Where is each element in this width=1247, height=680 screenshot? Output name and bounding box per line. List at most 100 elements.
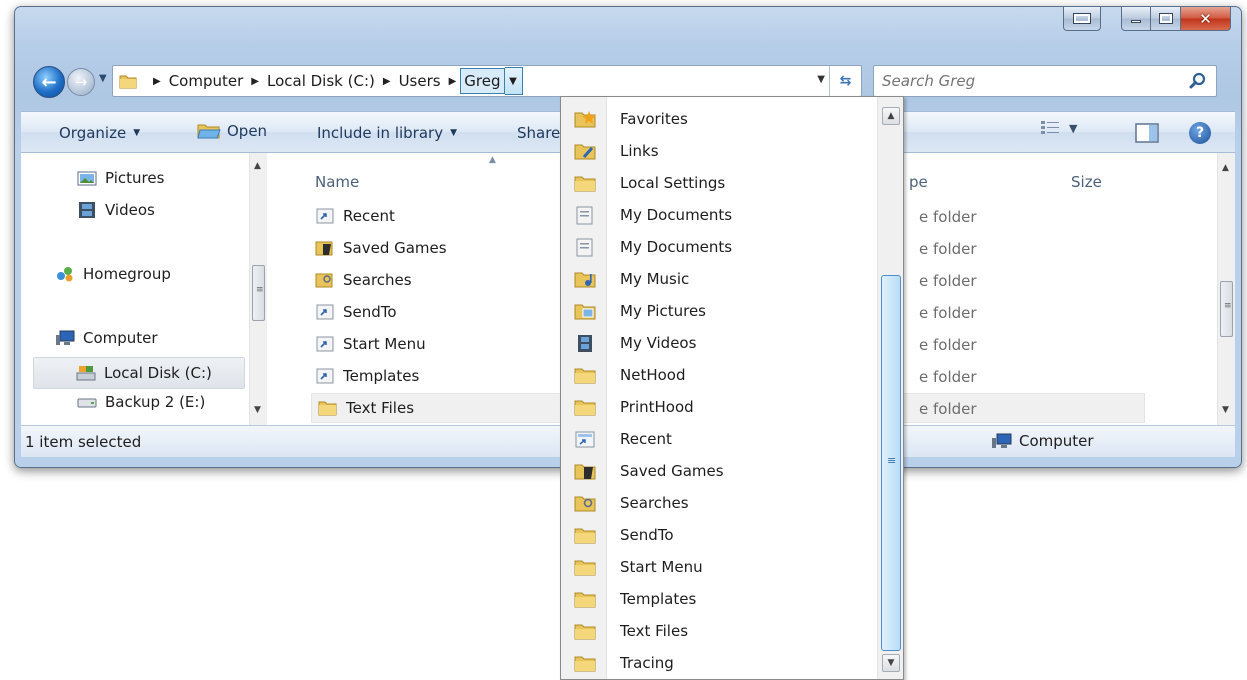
menu-item-my-documents[interactable]: My Documents bbox=[561, 199, 877, 231]
menu-item-local-settings[interactable]: Local Settings bbox=[561, 167, 877, 199]
nav-item-local-disk[interactable]: Local Disk (C:) bbox=[33, 357, 245, 389]
menu-item-label: Searches bbox=[620, 494, 689, 512]
breadcrumb-computer[interactable]: Computer bbox=[169, 72, 244, 90]
organize-button[interactable]: Organize ▼ bbox=[59, 124, 140, 142]
change-view-button[interactable]: ▼ bbox=[1041, 121, 1077, 135]
menu-item-sendto[interactable]: SendTo bbox=[561, 519, 877, 551]
documents-folder-icon bbox=[576, 206, 593, 225]
help-button[interactable]: ? bbox=[1189, 122, 1211, 144]
include-in-library-button[interactable]: Include in library ▼ bbox=[317, 124, 457, 142]
scroll-thumb[interactable]: ≡ bbox=[252, 265, 265, 321]
refresh-icon: ⇆ bbox=[839, 73, 852, 89]
file-list-scrollbar[interactable]: ▲ ≡ ▼ bbox=[1217, 153, 1235, 425]
grip-icon: ≡ bbox=[256, 285, 264, 295]
menu-item-start-menu[interactable]: Start Menu bbox=[561, 551, 877, 583]
column-header-type[interactable]: pe bbox=[909, 173, 928, 191]
menu-scrollbar[interactable]: ▲ ≡ ▼ bbox=[877, 97, 903, 679]
nav-item-computer[interactable]: Computer bbox=[55, 329, 158, 347]
breadcrumb-users[interactable]: Users bbox=[399, 72, 441, 90]
close-button[interactable]: ✕ bbox=[1181, 7, 1231, 31]
computer-icon bbox=[56, 330, 75, 345]
file-row-saved-games[interactable]: Saved Games bbox=[269, 233, 569, 263]
maximize-button[interactable] bbox=[1151, 7, 1181, 31]
file-row-templates[interactable]: Templates bbox=[269, 361, 569, 391]
column-header-name[interactable]: Name bbox=[315, 173, 359, 191]
scroll-down-icon: ▼ bbox=[887, 658, 895, 668]
scroll-up-icon[interactable]: ▲ bbox=[1222, 163, 1229, 173]
preview-pane-icon[interactable] bbox=[1135, 123, 1159, 143]
file-row-sendto[interactable]: SendTo bbox=[269, 297, 569, 327]
scroll-down-icon[interactable]: ▼ bbox=[254, 405, 261, 415]
homegroup-icon bbox=[57, 267, 73, 282]
minimize-button[interactable] bbox=[1121, 7, 1151, 31]
share-button[interactable]: Share bbox=[517, 124, 560, 142]
scroll-up-button[interactable]: ▲ bbox=[882, 107, 900, 125]
breadcrumb-dropdown-button[interactable]: ▼ bbox=[504, 67, 523, 95]
breadcrumb-greg[interactable]: Greg bbox=[460, 68, 505, 94]
menu-item-my-documents[interactable]: My Documents bbox=[561, 231, 877, 263]
column-header-size[interactable]: Size bbox=[1071, 173, 1102, 191]
recent-pages-button[interactable]: ▼ bbox=[99, 73, 107, 84]
minimize-icon bbox=[1131, 20, 1141, 23]
menu-item-favorites[interactable]: Favorites bbox=[561, 103, 877, 135]
menu-item-links[interactable]: Links bbox=[561, 135, 877, 167]
file-name: Searches bbox=[343, 271, 412, 289]
breadcrumb-local-disk[interactable]: Local Disk (C:) bbox=[267, 72, 375, 90]
menu-item-templates[interactable]: Templates bbox=[561, 583, 877, 615]
search-icon[interactable] bbox=[1188, 71, 1208, 91]
address-history-button[interactable]: ▼ bbox=[817, 74, 825, 85]
scroll-up-icon[interactable]: ▲ bbox=[254, 161, 261, 171]
searches-icon bbox=[574, 496, 596, 512]
breadcrumb-separator[interactable]: ▶ bbox=[449, 76, 457, 87]
status-location-label: Computer bbox=[1019, 432, 1094, 450]
breadcrumb-separator[interactable]: ▶ bbox=[153, 76, 161, 87]
scroll-thumb[interactable]: ≡ bbox=[881, 275, 901, 651]
address-bar[interactable]: ▶ Computer ▶ Local Disk (C:) ▶ Users ▶ G… bbox=[112, 65, 862, 97]
menu-item-tracing[interactable]: Tracing bbox=[561, 647, 877, 679]
nav-item-homegroup[interactable]: Homegroup bbox=[55, 265, 171, 283]
menu-item-my-music[interactable]: My Music bbox=[561, 263, 877, 295]
file-type: e folder bbox=[919, 368, 977, 386]
menu-item-my-videos[interactable]: My Videos bbox=[561, 327, 877, 359]
file-name: SendTo bbox=[343, 303, 397, 321]
open-button[interactable]: Open bbox=[197, 122, 267, 140]
menu-item-saved-games[interactable]: Saved Games bbox=[561, 455, 877, 487]
menu-item-label: Local Settings bbox=[620, 174, 726, 192]
snap-button[interactable] bbox=[1063, 7, 1101, 31]
saved-games-icon bbox=[574, 464, 596, 480]
file-row-text-files[interactable]: Text Files bbox=[311, 393, 575, 423]
scroll-up-icon: ▲ bbox=[887, 111, 895, 121]
file-row-searches[interactable]: Searches bbox=[269, 265, 569, 295]
search-input[interactable] bbox=[882, 67, 1182, 95]
links-folder-icon bbox=[574, 144, 596, 160]
nav-item-pictures[interactable]: Pictures bbox=[77, 169, 164, 187]
pictures-folder-icon bbox=[574, 304, 596, 320]
nav-item-videos[interactable]: Videos bbox=[77, 201, 155, 219]
menu-item-text-files[interactable]: Text Files bbox=[561, 615, 877, 647]
file-row-recent[interactable]: Recent bbox=[269, 201, 569, 231]
back-button[interactable]: ← bbox=[33, 66, 65, 98]
menu-item-recent[interactable]: Recent bbox=[561, 423, 877, 455]
menu-item-nethood[interactable]: NetHood bbox=[561, 359, 877, 391]
scroll-down-icon[interactable]: ▼ bbox=[1222, 405, 1229, 415]
scroll-thumb[interactable]: ≡ bbox=[1220, 281, 1233, 337]
menu-item-label: Links bbox=[620, 142, 659, 160]
file-name: Start Menu bbox=[343, 335, 426, 353]
searches-icon bbox=[315, 273, 333, 288]
nav-item-backup-drive[interactable]: Backup 2 (E:) bbox=[77, 393, 205, 411]
chevron-down-icon: ▼ bbox=[509, 75, 517, 87]
forward-button[interactable]: → bbox=[67, 68, 95, 96]
refresh-button[interactable]: ⇆ bbox=[829, 66, 861, 96]
organize-label: Organize bbox=[59, 124, 127, 142]
grip-icon: ≡ bbox=[1224, 301, 1232, 311]
menu-item-printhood[interactable]: PrintHood bbox=[561, 391, 877, 423]
scroll-down-button[interactable]: ▼ bbox=[882, 654, 900, 672]
file-row-start-menu[interactable]: Start Menu bbox=[269, 329, 569, 359]
menu-item-my-pictures[interactable]: My Pictures bbox=[561, 295, 877, 327]
menu-item-label: Text Files bbox=[620, 622, 689, 640]
breadcrumb-separator[interactable]: ▶ bbox=[251, 76, 259, 87]
breadcrumb-separator[interactable]: ▶ bbox=[383, 76, 391, 87]
nav-pane-scrollbar[interactable]: ▲ ≡ ▼ bbox=[249, 153, 267, 425]
menu-item-searches[interactable]: Searches bbox=[561, 487, 877, 519]
breadcrumb-dropdown-menu: Favorites Links Local Settings My Documents… bbox=[560, 96, 904, 680]
